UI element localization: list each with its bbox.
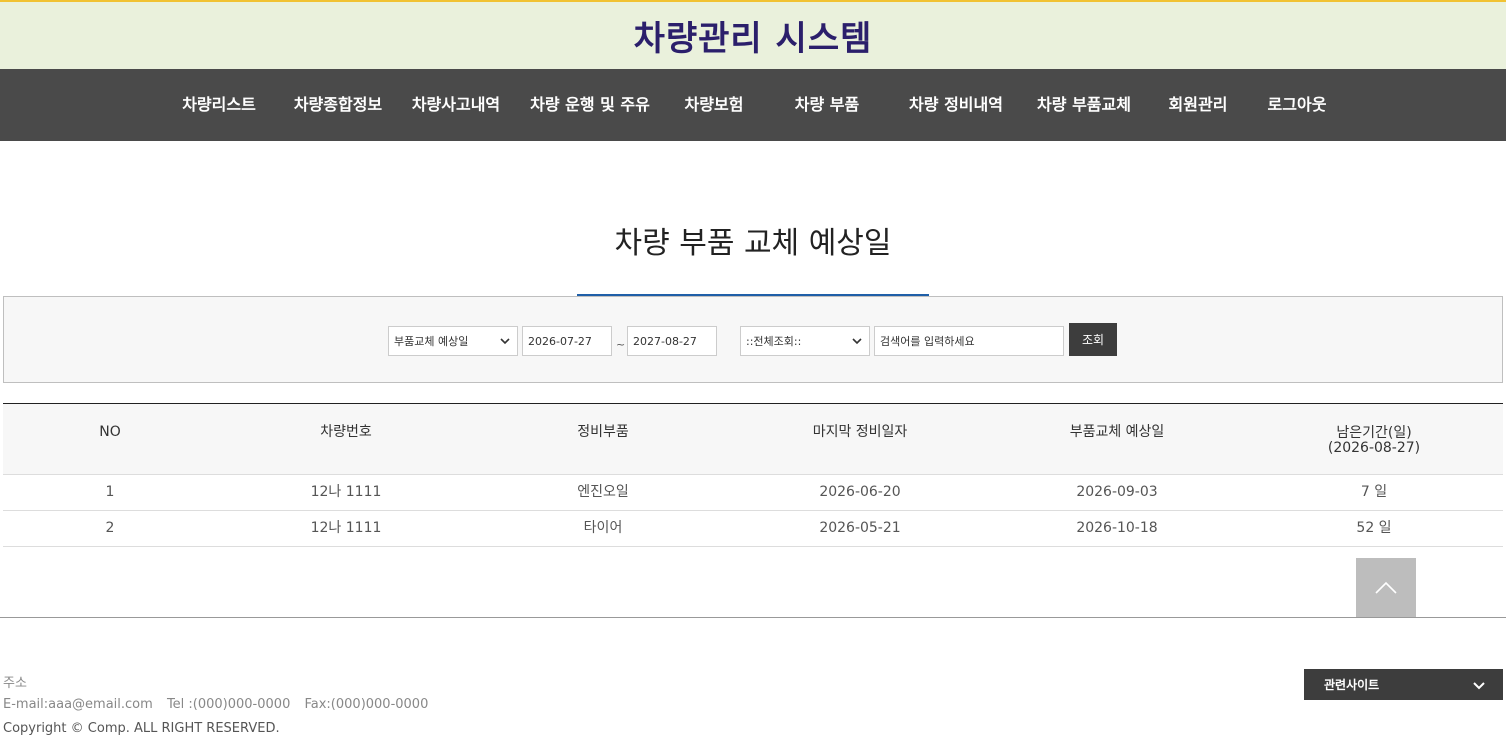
- filter-select[interactable]: ::전체조회::: [740, 326, 870, 356]
- search-button[interactable]: 조회: [1069, 323, 1117, 356]
- nav-item-vehicle-info[interactable]: 차량종합정보: [294, 69, 382, 141]
- chevron-down-icon: [500, 338, 510, 345]
- footer-tel: Tel :(000)000-0000: [166, 697, 291, 712]
- header-part: 정비부품: [577, 424, 629, 440]
- table-row: 2 12나 1111 타이어 2026-05-21 2026-10-18 52 …: [3, 511, 1503, 547]
- nav-item-insurance[interactable]: 차량보험: [685, 69, 744, 141]
- header-expected-date: 부품교체 예상일: [1069, 424, 1165, 440]
- footer-address: 주소: [3, 676, 27, 691]
- header-remaining-days: 남은기간(일) (2026-08-27): [1328, 426, 1420, 456]
- nav-item-driving-fuel[interactable]: 차량 운행 및 주유: [530, 69, 650, 141]
- related-sites-select[interactable]: 관련사이트: [1304, 669, 1503, 700]
- row-last-maintenance: 2026-05-21: [819, 520, 901, 536]
- header-vehicle-number: 차량번호: [320, 424, 372, 440]
- filter-select-value: ::전체조회::: [746, 335, 802, 348]
- footer-email: E-mail:aaa@email.com: [3, 697, 153, 712]
- row-vehicle-number: 12나 1111: [310, 520, 382, 536]
- nav-item-parts-replace[interactable]: 차량 부품교체: [1037, 69, 1131, 141]
- top-banner: 차량관리 시스템: [0, 0, 1506, 69]
- header-no: NO: [99, 424, 121, 440]
- row-no: 2: [105, 520, 115, 536]
- row-no: 1: [105, 484, 115, 500]
- nav-item-maintenance[interactable]: 차량 정비내역: [909, 69, 1003, 141]
- nav-item-parts[interactable]: 차량 부품: [795, 69, 859, 141]
- parts-table: NO 차량번호 정비부품 마지막 정비일자 부품교체 예상일 남은기간(일) (…: [3, 403, 1503, 547]
- row-last-maintenance: 2026-06-20: [819, 484, 901, 500]
- row-part: 엔진오일: [577, 484, 629, 500]
- main-nav: 차량리스트 차량종합정보 차량사고내역 차량 운행 및 주유 차량보험 차량 부…: [0, 69, 1506, 141]
- header-remaining-date: (2026-08-27): [1327, 440, 1421, 456]
- row-remaining-days: 52 일: [1356, 520, 1392, 536]
- footer-copyright: Copyright © Comp. ALL RIGHT RESERVED.: [3, 721, 280, 736]
- start-date-value: 2026-07-27: [528, 334, 592, 348]
- footer-contact: E-mail:aaa@email.com Tel :(000)000-0000 …: [3, 697, 438, 712]
- chevron-up-icon: [1375, 581, 1397, 594]
- site-title[interactable]: 차량관리 시스템: [634, 11, 873, 60]
- table-header: NO 차량번호 정비부품 마지막 정비일자 부품교체 예상일 남은기간(일) (…: [3, 403, 1503, 475]
- row-vehicle-number: 12나 1111: [310, 484, 382, 500]
- header-last-maintenance: 마지막 정비일자: [812, 424, 908, 440]
- nav-item-vehicle-list[interactable]: 차량리스트: [182, 69, 256, 141]
- nav-item-logout[interactable]: 로그아웃: [1268, 69, 1327, 141]
- keyword-input[interactable]: 검색어를 입력하세요: [874, 326, 1064, 356]
- nav-item-accident[interactable]: 차량사고내역: [412, 69, 500, 141]
- scroll-top-button[interactable]: [1356, 558, 1416, 618]
- page-title: 차량 부품 교체 예상일: [614, 226, 892, 261]
- date-type-select[interactable]: 부품교체 예상일: [388, 326, 518, 356]
- keyword-placeholder: 검색어를 입력하세요: [880, 335, 975, 348]
- chevron-down-icon: [852, 338, 862, 345]
- table-row: 1 12나 1111 엔진오일 2026-06-20 2026-09-03 7 …: [3, 475, 1503, 511]
- end-date-input[interactable]: 2027-08-27: [627, 326, 717, 356]
- row-expected-date: 2026-09-03: [1076, 484, 1158, 500]
- end-date-value: 2027-08-27: [633, 334, 697, 348]
- start-date-input[interactable]: 2026-07-27: [522, 326, 612, 356]
- header-remaining-label: 남은기간(일): [1336, 425, 1412, 441]
- related-sites-label: 관련사이트: [1324, 678, 1380, 692]
- nav-item-members[interactable]: 회원관리: [1169, 69, 1228, 141]
- date-type-select-value: 부품교체 예상일: [394, 335, 469, 348]
- row-expected-date: 2026-10-18: [1076, 520, 1158, 536]
- row-remaining-days: 7 일: [1360, 484, 1388, 500]
- footer-divider: [0, 617, 1506, 618]
- footer-fax: Fax:(000)000-0000: [304, 697, 429, 712]
- chevron-down-icon: [1473, 682, 1485, 690]
- date-separator: ~: [616, 338, 626, 351]
- row-part: 타이어: [583, 520, 623, 536]
